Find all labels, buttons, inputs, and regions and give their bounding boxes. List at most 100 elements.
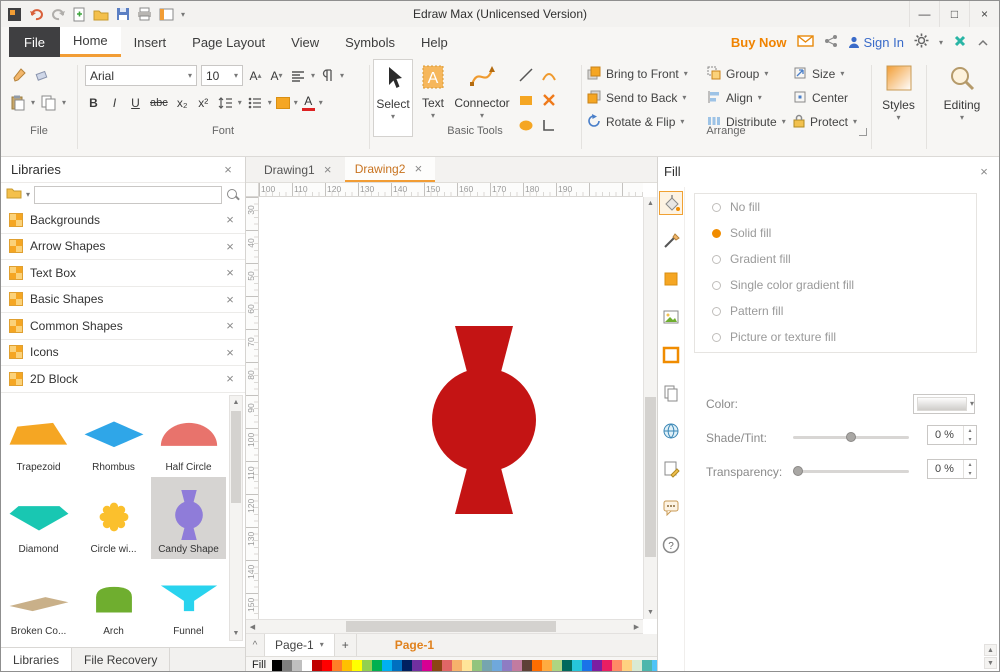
shape-candy[interactable]: Candy Shape <box>151 477 226 559</box>
line-spacing-caret-icon[interactable]: ▾ <box>238 99 242 107</box>
scrollbar-thumb[interactable] <box>645 397 656 557</box>
library-item-basic-shapes[interactable]: Basic Shapes× <box>1 287 245 314</box>
tab-home[interactable]: Home <box>60 27 121 57</box>
close-library-icon[interactable]: × <box>223 239 237 254</box>
sign-in-button[interactable]: Sign In <box>848 35 904 50</box>
radio-icon[interactable] <box>712 255 721 264</box>
palette-swatch[interactable] <box>422 660 432 671</box>
tab-symbols[interactable]: Symbols <box>332 27 408 57</box>
page-tab[interactable]: Page-1▾ <box>264 634 335 656</box>
envelope-icon[interactable] <box>797 35 814 50</box>
bullets-caret-icon[interactable]: ▾ <box>268 99 272 107</box>
option-pattern-fill[interactable]: Pattern fill <box>695 298 976 324</box>
palette-swatch[interactable] <box>312 660 322 671</box>
radio-icon[interactable] <box>712 229 721 238</box>
palette-swatch[interactable] <box>352 660 362 671</box>
palette-swatch[interactable] <box>412 660 422 671</box>
font-color-caret-icon[interactable]: ▾ <box>319 99 323 107</box>
help-tool-icon[interactable]: ? <box>659 533 683 557</box>
palette-swatch[interactable] <box>462 660 472 671</box>
underline-button[interactable]: U <box>127 93 144 112</box>
scroll-up-icon[interactable]: ▲ <box>984 644 997 656</box>
group-button[interactable]: Group▾ <box>707 63 786 85</box>
option-no-fill[interactable]: No fill <box>695 194 976 220</box>
shape-rhombus[interactable]: Rhombus <box>76 395 151 477</box>
shape-half-circle[interactable]: Half Circle <box>151 395 226 477</box>
send-to-back-button[interactable]: Send to Back▾ <box>587 87 688 109</box>
scroll-up-icon[interactable]: ▲ <box>644 197 657 210</box>
tab-view[interactable]: View <box>278 27 332 57</box>
shape-style-tool-icon[interactable] <box>659 267 683 291</box>
library-search-input[interactable] <box>34 186 222 204</box>
page-list-chevron-icon[interactable]: ^ <box>246 640 264 651</box>
align-button[interactable]: Align▾ <box>707 87 786 109</box>
align-text-icon[interactable] <box>289 66 307 85</box>
fill-tool-icon[interactable] <box>659 191 683 215</box>
palette-swatch[interactable] <box>282 660 292 671</box>
transparency-slider[interactable] <box>793 470 909 473</box>
library-folder-caret-icon[interactable]: ▾ <box>26 191 30 199</box>
radio-icon[interactable] <box>712 333 721 342</box>
theme-x-icon[interactable] <box>953 34 967 51</box>
qat-customize-caret-icon[interactable]: ▾ <box>181 10 185 19</box>
share-icon[interactable] <box>824 34 838 51</box>
eraser-icon[interactable] <box>33 65 53 84</box>
scrollbar-thumb[interactable] <box>231 411 241 503</box>
shade-tint-value[interactable]: 0 % ▴▾ <box>927 425 977 445</box>
spin-down-icon[interactable]: ▾ <box>964 469 976 478</box>
tab-file[interactable]: File <box>9 27 60 57</box>
palette-swatch[interactable] <box>322 660 332 671</box>
subscript-button[interactable]: x₂ <box>174 93 191 112</box>
highlight-caret-icon[interactable]: ▾ <box>294 99 298 107</box>
spin-up-icon[interactable]: ▴ <box>964 460 976 469</box>
palette-swatch[interactable] <box>472 660 482 671</box>
palette-swatch[interactable] <box>582 660 592 671</box>
option-single-color-gradient-fill[interactable]: Single color gradient fill <box>695 272 976 298</box>
scroll-right-icon[interactable]: ▶ <box>630 620 643 633</box>
panel-layout-icon[interactable] <box>159 8 174 21</box>
new-document-icon[interactable] <box>73 7 86 22</box>
library-item-arrow-shapes[interactable]: Arrow Shapes× <box>1 234 245 261</box>
italic-button[interactable]: I <box>106 93 123 112</box>
frame-tool-icon[interactable] <box>659 343 683 367</box>
library-item-icons[interactable]: Icons× <box>1 340 245 367</box>
scroll-down-icon[interactable]: ▼ <box>230 627 242 640</box>
palette-swatch[interactable] <box>502 660 512 671</box>
paste-icon[interactable] <box>9 93 27 112</box>
palette-swatch[interactable] <box>492 660 502 671</box>
undo-icon[interactable] <box>29 8 44 21</box>
palette-swatch[interactable] <box>372 660 382 671</box>
paste-caret-icon[interactable]: ▾ <box>31 99 35 107</box>
option-picture-texture-fill[interactable]: Picture or texture fill <box>695 324 976 350</box>
radio-icon[interactable] <box>712 307 721 316</box>
palette-swatch[interactable] <box>432 660 442 671</box>
font-size-combo[interactable]: 10▾ <box>201 65 243 86</box>
arc-tool-icon[interactable] <box>538 63 560 87</box>
shape-funnel[interactable]: Funnel <box>151 559 226 641</box>
library-item-common-shapes[interactable]: Common Shapes× <box>1 313 245 340</box>
tab-page-layout[interactable]: Page Layout <box>179 27 278 57</box>
palette-swatch[interactable] <box>452 660 462 671</box>
shape-broken-column[interactable]: Broken Co... <box>1 559 76 641</box>
font-family-combo[interactable]: Arial▾ <box>85 65 197 86</box>
scroll-down-icon[interactable]: ▼ <box>644 606 657 619</box>
copy-icon[interactable] <box>39 93 58 112</box>
palette-swatch[interactable] <box>622 660 632 671</box>
palette-swatch[interactable] <box>342 660 352 671</box>
picture-tool-icon[interactable] <box>659 305 683 329</box>
copy-caret-icon[interactable]: ▾ <box>62 99 66 107</box>
library-item-2d-block[interactable]: 2D Block× <box>1 366 245 393</box>
palette-swatch[interactable] <box>402 660 412 671</box>
option-gradient-fill[interactable]: Gradient fill <box>695 246 976 272</box>
library-folder-icon[interactable] <box>6 186 22 204</box>
page-tab-caret-icon[interactable]: ▾ <box>320 641 324 649</box>
close-doc-icon[interactable]: × <box>321 162 335 177</box>
spin-down-icon[interactable]: ▾ <box>964 435 976 444</box>
palette-swatch[interactable] <box>572 660 582 671</box>
cross-tool-icon[interactable] <box>538 88 560 112</box>
shape-arch[interactable]: Arch <box>76 559 151 641</box>
close-fill-panel-button[interactable]: × <box>977 164 991 179</box>
arrange-dialog-launcher-icon[interactable] <box>859 128 867 136</box>
center-button[interactable]: Center <box>793 87 857 109</box>
maximize-button[interactable]: □ <box>939 1 969 27</box>
